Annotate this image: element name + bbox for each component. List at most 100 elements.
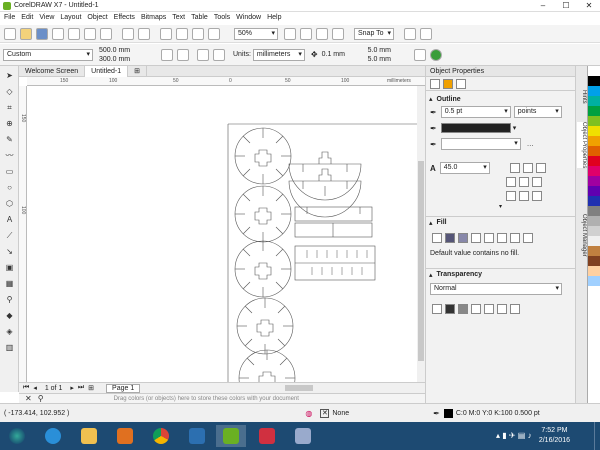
redo-icon[interactable]	[138, 27, 150, 40]
no-transparency-icon[interactable]	[432, 304, 442, 314]
corner-bevel-icon[interactable]	[535, 163, 546, 173]
show-desktop-button[interactable]	[594, 422, 600, 450]
start-button[interactable]	[2, 425, 32, 447]
edit-page-icon[interactable]	[413, 48, 426, 61]
outline-outside-icon[interactable]	[506, 191, 516, 201]
color-swatch[interactable]	[588, 96, 600, 106]
paint-app-icon[interactable]	[288, 425, 318, 447]
menu-text[interactable]: Text	[172, 12, 185, 24]
video-app-icon[interactable]	[182, 425, 212, 447]
options-icon[interactable]	[404, 27, 416, 40]
color-swatch[interactable]	[588, 146, 600, 156]
system-clock[interactable]: 7:52 PM 2/16/2016	[539, 426, 570, 446]
color-swatch[interactable]	[588, 206, 600, 216]
application-launcher-icon[interactable]	[420, 27, 432, 40]
vector-transparency-icon[interactable]	[471, 304, 481, 314]
vertical-scrollbar[interactable]	[417, 86, 425, 382]
next-page-button[interactable]: ▸	[70, 384, 74, 392]
color-swatch[interactable]	[588, 106, 600, 116]
outline-units-select[interactable]: points	[513, 106, 562, 118]
refresh-icon[interactable]	[429, 48, 442, 61]
outline-width-select[interactable]: 0.5 pt	[440, 106, 511, 118]
fountain-fill-icon[interactable]	[458, 233, 468, 243]
tray-icons[interactable]: ▴ ▮ ✈ ▤ ♪	[496, 431, 532, 440]
outline-inside-icon[interactable]	[532, 191, 542, 201]
zoom-select[interactable]: 50%	[234, 27, 278, 40]
menu-window[interactable]: Window	[236, 12, 261, 24]
edit-outline-icon[interactable]: ✒	[433, 409, 440, 418]
polygon-tool-icon[interactable]: ⬡	[3, 197, 16, 210]
color-swatch[interactable]	[588, 166, 600, 176]
media-player-icon[interactable]	[110, 425, 140, 447]
full-screen-icon[interactable]	[284, 27, 296, 40]
color-swatch[interactable]	[588, 66, 600, 76]
units-select[interactable]: millimeters	[252, 48, 305, 61]
rectangle-tool-icon[interactable]: ▭	[3, 165, 16, 178]
last-page-button[interactable]: ⏭	[78, 384, 84, 392]
line-style-select[interactable]	[440, 138, 521, 150]
portrait-icon[interactable]	[161, 48, 173, 61]
menu-file[interactable]: File	[4, 12, 15, 24]
tab-hints[interactable]: Hints	[577, 90, 587, 104]
undo-icon[interactable]	[122, 27, 134, 40]
outline-tool-icon[interactable]: ▥	[3, 341, 16, 354]
texture-fill-icon[interactable]	[510, 233, 520, 243]
duplicate-x-field[interactable]: 5.0 mm	[368, 46, 408, 55]
fill-section-header[interactable]: ▴ Fill	[426, 216, 575, 228]
crop-tool-icon[interactable]: ⌗	[3, 101, 16, 114]
menu-object[interactable]: Object	[87, 12, 107, 24]
horizontal-scroll-thumb[interactable]	[285, 385, 313, 391]
nudge-field[interactable]: 0.1 mm	[322, 50, 362, 59]
import-icon[interactable]	[176, 27, 188, 40]
color-swatch[interactable]	[588, 116, 600, 126]
page-preset-select[interactable]: Custom	[3, 48, 93, 61]
add-page-button[interactable]: ⊞	[88, 384, 94, 392]
chrome-icon[interactable]	[146, 425, 176, 447]
coreldraw-taskbar-icon[interactable]	[216, 425, 246, 447]
outline-center-icon[interactable]	[519, 191, 529, 201]
uniform-fill-icon[interactable]	[445, 233, 455, 243]
page-width-field[interactable]: 500.0 mm	[99, 46, 157, 55]
document-palette[interactable]: ✕ ⚲ Drag colors (or objects) here to sto…	[19, 393, 425, 403]
color-swatch[interactable]	[588, 186, 600, 196]
file-explorer-icon[interactable]	[74, 425, 104, 447]
expand-icon[interactable]: ▾	[426, 203, 575, 212]
edit-fill-icon[interactable]: ◍	[305, 409, 312, 418]
paste-icon[interactable]	[100, 27, 112, 40]
menu-edit[interactable]: Edit	[21, 12, 33, 24]
corner-round-icon[interactable]	[522, 163, 533, 173]
drawing-canvas[interactable]	[27, 86, 417, 382]
outline-color-picker[interactable]	[440, 123, 511, 133]
page-1-tab[interactable]: Page 1	[106, 383, 141, 393]
connector-tool-icon[interactable]: ↘	[3, 245, 16, 258]
vector-pattern-icon[interactable]	[471, 233, 481, 243]
color-swatch[interactable]	[588, 236, 600, 246]
more-options-icon[interactable]: …	[527, 141, 534, 148]
tab-untitled-1[interactable]: Untitled-1	[85, 65, 129, 77]
publish-pdf-icon[interactable]	[208, 27, 220, 40]
no-color-swatch-icon[interactable]: ✕	[25, 394, 32, 403]
landscape-icon[interactable]	[177, 48, 189, 61]
color-swatch[interactable]	[588, 176, 600, 186]
corner-miter-icon[interactable]	[509, 163, 520, 173]
menu-view[interactable]: View	[39, 12, 54, 24]
rulers-icon[interactable]	[300, 27, 312, 40]
color-swatch[interactable]	[588, 276, 600, 286]
menu-layout[interactable]: Layout	[60, 12, 81, 24]
export-icon[interactable]	[192, 27, 204, 40]
no-fill-icon[interactable]	[432, 233, 442, 243]
internet-explorer-icon[interactable]	[38, 425, 68, 447]
save-icon[interactable]	[36, 27, 48, 40]
smart-fill-tool-icon[interactable]: ◈	[3, 325, 16, 338]
vertical-scroll-thumb[interactable]	[418, 161, 424, 361]
menu-tools[interactable]: Tools	[214, 12, 230, 24]
merge-mode-select[interactable]: Normal	[430, 283, 562, 295]
duplicate-y-field[interactable]: 5.0 mm	[368, 55, 408, 64]
guidelines-icon[interactable]	[332, 27, 344, 40]
parallel-dimension-tool-icon[interactable]: ⟋	[3, 229, 16, 242]
grid-icon[interactable]	[316, 27, 328, 40]
menu-bitmaps[interactable]: Bitmaps	[141, 12, 166, 24]
transparency-icon[interactable]	[456, 78, 466, 89]
fountain-transparency-icon[interactable]	[458, 304, 468, 314]
color-swatch[interactable]	[588, 156, 600, 166]
